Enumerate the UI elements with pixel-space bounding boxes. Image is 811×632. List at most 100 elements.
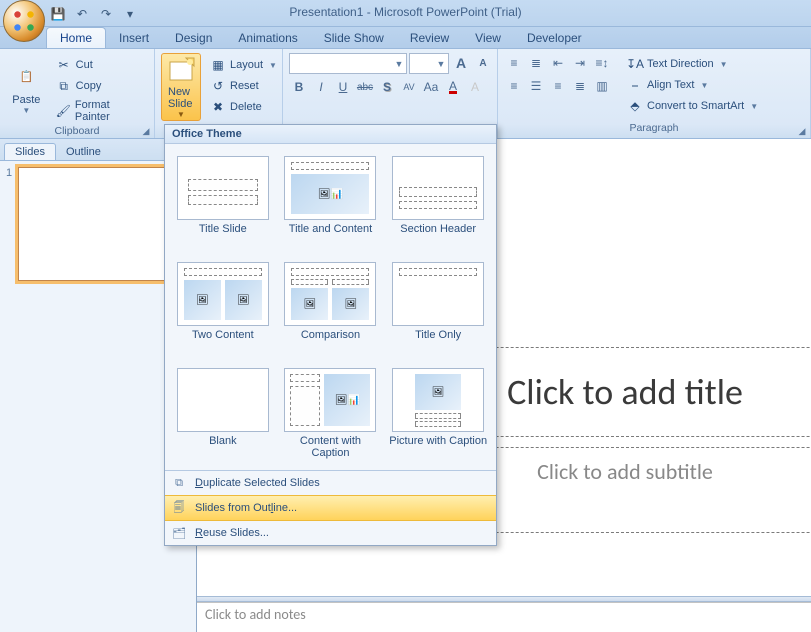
align-center-button[interactable]: ☰	[526, 76, 546, 96]
redo-icon[interactable]: ↷	[96, 4, 116, 24]
qat-dropdown-icon[interactable]: ▾	[120, 4, 140, 24]
reset-button[interactable]: ↺Reset	[205, 76, 282, 96]
italic-button[interactable]: I	[311, 77, 331, 97]
layout-icon: ▦	[210, 57, 226, 73]
tab-review[interactable]: Review	[397, 28, 462, 48]
align-text-label: Align Text	[647, 79, 695, 91]
format-painter-label: Format Painter	[75, 99, 143, 123]
new-slide-icon	[166, 56, 196, 86]
font-color-button[interactable]: A	[443, 77, 463, 97]
clear-format-icon: A	[471, 80, 479, 94]
font-color-icon: A	[449, 81, 457, 94]
numbering-button[interactable]: ≣	[526, 53, 546, 73]
layout-section-header[interactable]: Section Header	[384, 150, 492, 256]
underline-button[interactable]: U	[333, 77, 353, 97]
paragraph-launcher-icon[interactable]: ◢	[796, 125, 808, 137]
bold-button[interactable]: B	[289, 77, 309, 97]
layout-title-and-content[interactable]: 🖼📊 Title and Content	[277, 150, 385, 256]
delete-button[interactable]: ✖ Delete	[205, 97, 282, 117]
save-icon[interactable]: 💾	[48, 4, 68, 24]
char-spacing-button[interactable]: AV	[399, 77, 419, 97]
menu-label: Slides from Outline...	[195, 502, 297, 514]
layout-thumb	[177, 156, 269, 220]
layout-label: Layout	[230, 59, 263, 71]
paste-button[interactable]: 📋 Paste ▼	[6, 53, 47, 121]
convert-smartart-button[interactable]: ⬘Convert to SmartArt▼	[622, 96, 763, 116]
cut-button[interactable]: ✂Cut	[51, 55, 148, 75]
outline-icon: 🗐	[171, 500, 187, 516]
columns-button[interactable]: ▥	[592, 76, 612, 96]
layout-picture-with-caption[interactable]: 🖼 Picture with Caption	[384, 362, 492, 468]
font-size-combo[interactable]: ▼	[409, 53, 449, 74]
slide-thumbnail[interactable]	[18, 167, 172, 281]
duplicate-selected-slides[interactable]: ⧉ Duplicate Selected Slides	[165, 471, 496, 495]
notes-placeholder[interactable]: Click to add notes	[197, 602, 811, 632]
copy-button[interactable]: ⧉Copy	[51, 76, 148, 96]
font-name-combo[interactable]: ▼	[289, 53, 407, 74]
text-shadow-button[interactable]: S	[377, 77, 397, 97]
tab-animations[interactable]: Animations	[225, 28, 310, 48]
grow-font-icon: A	[456, 55, 466, 71]
chevron-down-icon[interactable]: ▼	[434, 59, 448, 69]
layout-button[interactable]: ▦Layout▼	[205, 55, 282, 75]
font-name-input[interactable]	[290, 54, 392, 73]
layout-thumb	[392, 156, 484, 220]
justify-button[interactable]: ≣	[570, 76, 590, 96]
slides-from-outline[interactable]: 🗐 Slides from Outline...	[165, 495, 496, 521]
tab-slide-show[interactable]: Slide Show	[311, 28, 397, 48]
tab-insert[interactable]: Insert	[106, 28, 162, 48]
align-left-button[interactable]: ≡	[504, 76, 524, 96]
text-direction-button[interactable]: ↧AText Direction▼	[622, 54, 763, 74]
layout-title-only[interactable]: Title Only	[384, 256, 492, 362]
change-case-button[interactable]: Aa	[421, 77, 441, 97]
gallery-header: Office Theme	[165, 125, 496, 144]
layout-comparison[interactable]: 🖼 🖼 Comparison	[277, 256, 385, 362]
menu-label: Reuse Slides...	[195, 527, 269, 539]
layout-two-content[interactable]: 🖼 🖼 Two Content	[169, 256, 277, 362]
layout-title-slide[interactable]: Title Slide	[169, 150, 277, 256]
outline-tab[interactable]: Outline	[56, 144, 111, 160]
layout-blank[interactable]: Blank	[169, 362, 277, 468]
clear-formatting-button[interactable]: A	[465, 77, 485, 97]
strike-icon: abc	[357, 82, 373, 93]
tab-home[interactable]: Home	[46, 27, 106, 48]
layout-grid: Title Slide 🖼📊 Title and Content Section…	[165, 144, 496, 470]
bullets-button[interactable]: ≡	[504, 53, 524, 73]
layout-thumb	[177, 368, 269, 432]
layout-thumb: 🖼 🖼	[284, 262, 376, 326]
layout-content-with-caption[interactable]: 🖼📊 Content with Caption	[277, 362, 385, 468]
new-slide-button[interactable]: New Slide ▼	[161, 53, 201, 121]
align-text-button[interactable]: ⎯Align Text▼	[622, 75, 763, 95]
tab-developer[interactable]: Developer	[514, 28, 595, 48]
layout-thumb: 🖼	[392, 368, 484, 432]
window-title: Presentation1 - Microsoft PowerPoint (Tr…	[289, 5, 521, 19]
slides-tab[interactable]: Slides	[4, 143, 56, 160]
undo-icon[interactable]: ↶	[72, 4, 92, 24]
layout-label: Title Only	[415, 329, 461, 353]
shadow-icon: S	[383, 80, 391, 94]
layout-label: Section Header	[400, 223, 476, 247]
decrease-indent-button[interactable]: ⇤	[548, 53, 568, 73]
format-painter-button[interactable]: 🖌Format Painter	[51, 97, 148, 125]
delete-icon: ✖	[210, 99, 226, 115]
font-size-input[interactable]	[410, 54, 434, 73]
tab-design[interactable]: Design	[162, 28, 225, 48]
tab-view[interactable]: View	[462, 28, 514, 48]
layout-thumb: 🖼📊	[284, 156, 376, 220]
grow-font-button[interactable]: A	[451, 53, 471, 73]
layout-thumb	[392, 262, 484, 326]
shrink-font-button[interactable]: A	[473, 53, 493, 73]
smartart-icon: ⬘	[627, 98, 643, 114]
line-spacing-button[interactable]: ≡↕	[592, 53, 612, 73]
align-right-button[interactable]: ≡	[548, 76, 568, 96]
office-button[interactable]	[3, 0, 45, 42]
brush-icon: 🖌	[56, 103, 71, 119]
reuse-slides[interactable]: 🗂 Reuse Slides...	[165, 521, 496, 545]
increase-indent-button[interactable]: ⇥	[570, 53, 590, 73]
reuse-icon: 🗂	[171, 525, 187, 541]
chevron-down-icon[interactable]: ▼	[392, 59, 406, 69]
delete-label: Delete	[230, 101, 262, 113]
strikethrough-button[interactable]: abc	[355, 77, 375, 97]
clipboard-launcher-icon[interactable]: ◢	[140, 125, 152, 137]
title-bar: 💾 ↶ ↷ ▾ Presentation1 - Microsoft PowerP…	[0, 0, 811, 27]
